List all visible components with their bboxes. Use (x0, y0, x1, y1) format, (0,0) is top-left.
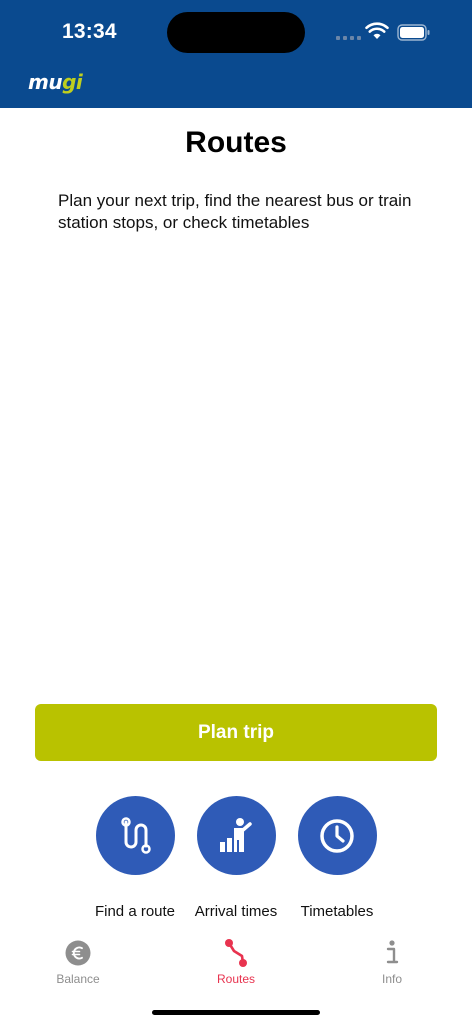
euro-icon (65, 940, 91, 966)
timetables-action[interactable]: Timetables (277, 796, 397, 920)
tab-info-label: Info (381, 972, 402, 986)
info-icon (386, 940, 399, 964)
dynamic-island (167, 12, 305, 53)
mugi-logo: mugi (28, 70, 83, 94)
status-time: 13:34 (62, 20, 117, 43)
wifi-icon (365, 22, 389, 39)
home-indicator[interactable] (152, 1010, 320, 1015)
page-description: Plan your next trip, find the nearest bu… (58, 191, 412, 232)
route-icon (121, 816, 151, 854)
clock-icon (320, 818, 354, 853)
battery-icon (397, 24, 430, 41)
routes-icon (225, 939, 247, 967)
tab-routes[interactable]: Routes (186, 938, 286, 986)
arrival-times-button[interactable] (196, 796, 276, 875)
find-route-button[interactable] (95, 796, 175, 875)
cellular-signal-icon (336, 36, 361, 40)
waiting-person-icon (220, 817, 252, 852)
tab-info[interactable]: Info (342, 938, 442, 986)
page-title: Routes (185, 126, 287, 159)
plan-trip-button[interactable]: Plan trip (35, 704, 437, 761)
tab-balance-label: Balance (56, 972, 100, 986)
app-header: 13:34 mugi (0, 0, 472, 108)
timetables-label: Timetables (300, 903, 374, 920)
tab-routes-label: Routes (216, 972, 256, 986)
timetables-button[interactable] (297, 796, 377, 875)
tab-balance[interactable]: Balance (28, 938, 128, 986)
